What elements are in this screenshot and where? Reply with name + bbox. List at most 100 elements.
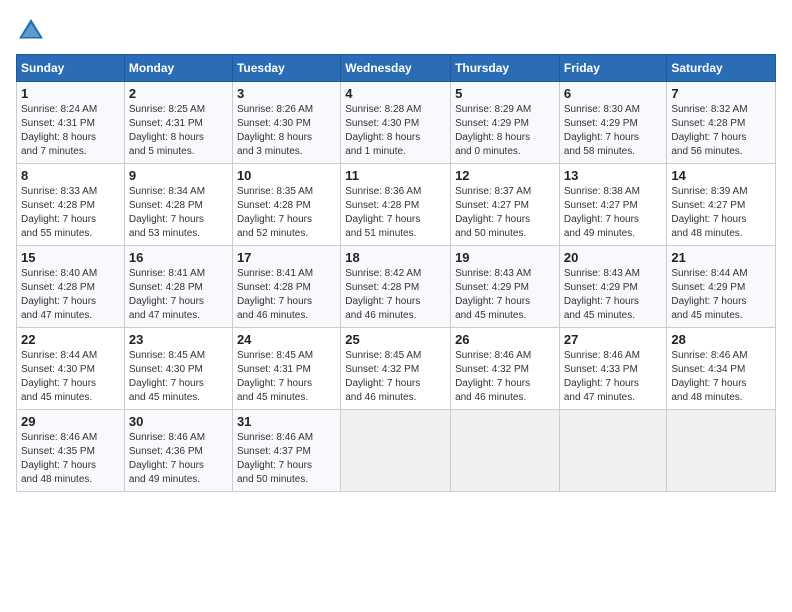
calendar-table: SundayMondayTuesdayWednesdayThursdayFrid…	[16, 54, 776, 492]
day-cell	[559, 410, 667, 492]
day-cell: 18 Sunrise: 8:42 AM Sunset: 4:28 PM Dayli…	[341, 246, 451, 328]
day-detail: Sunrise: 8:44 AM Sunset: 4:30 PM Dayligh…	[21, 349, 120, 405]
day-number: 14	[671, 168, 771, 183]
day-cell: 19 Sunrise: 8:43 AM Sunset: 4:29 PM Dayli…	[451, 246, 560, 328]
week-row-4: 22 Sunrise: 8:44 AM Sunset: 4:30 PM Dayli…	[17, 328, 776, 410]
day-detail: Sunrise: 8:30 AM Sunset: 4:29 PM Dayligh…	[564, 103, 663, 159]
day-number: 26	[455, 332, 555, 347]
day-number: 18	[345, 250, 446, 265]
day-detail: Sunrise: 8:25 AM Sunset: 4:31 PM Dayligh…	[129, 103, 228, 159]
day-cell: 15Sunrise: 8:40 AM Sunset: 4:28 PM Dayli…	[17, 246, 125, 328]
day-cell: 30 Sunrise: 8:46 AM Sunset: 4:36 PM Dayli…	[124, 410, 232, 492]
day-cell: 4 Sunrise: 8:28 AM Sunset: 4:30 PM Daylig…	[341, 82, 451, 164]
day-number: 2	[129, 86, 228, 101]
day-detail: Sunrise: 8:28 AM Sunset: 4:30 PM Dayligh…	[345, 103, 446, 159]
day-detail: Sunrise: 8:46 AM Sunset: 4:37 PM Dayligh…	[237, 431, 336, 487]
day-detail: Sunrise: 8:46 AM Sunset: 4:35 PM Dayligh…	[21, 431, 120, 487]
day-number: 20	[564, 250, 663, 265]
day-cell: 27 Sunrise: 8:46 AM Sunset: 4:33 PM Dayli…	[559, 328, 667, 410]
day-cell: 21 Sunrise: 8:44 AM Sunset: 4:29 PM Dayli…	[667, 246, 776, 328]
day-cell: 23Sunrise: 8:45 AM Sunset: 4:30 PM Dayli…	[124, 328, 232, 410]
day-number: 4	[345, 86, 446, 101]
day-number: 22	[21, 332, 120, 347]
day-cell: 17 Sunrise: 8:41 AM Sunset: 4:28 PM Dayli…	[232, 246, 340, 328]
header-cell-wednesday: Wednesday	[341, 55, 451, 82]
day-detail: Sunrise: 8:42 AM Sunset: 4:28 PM Dayligh…	[345, 267, 446, 323]
header-cell-tuesday: Tuesday	[232, 55, 340, 82]
day-number: 9	[129, 168, 228, 183]
day-cell: 11Sunrise: 8:36 AM Sunset: 4:28 PM Dayli…	[341, 164, 451, 246]
day-number: 15	[21, 250, 120, 265]
day-cell: 31 Sunrise: 8:46 AM Sunset: 4:37 PM Dayli…	[232, 410, 340, 492]
day-number: 3	[237, 86, 336, 101]
day-number: 30	[129, 414, 228, 429]
day-cell: 13 Sunrise: 8:38 AM Sunset: 4:27 PM Dayli…	[559, 164, 667, 246]
day-detail: Sunrise: 8:33 AM Sunset: 4:28 PM Dayligh…	[21, 185, 120, 241]
day-number: 7	[671, 86, 771, 101]
day-cell: 7 Sunrise: 8:32 AM Sunset: 4:28 PM Daylig…	[667, 82, 776, 164]
day-number: 13	[564, 168, 663, 183]
day-detail: Sunrise: 8:43 AM Sunset: 4:29 PM Dayligh…	[455, 267, 555, 323]
header-cell-sunday: Sunday	[17, 55, 125, 82]
day-number: 5	[455, 86, 555, 101]
logo-icon	[16, 16, 46, 46]
day-cell: 22 Sunrise: 8:44 AM Sunset: 4:30 PM Dayli…	[17, 328, 125, 410]
day-cell	[667, 410, 776, 492]
day-number: 24	[237, 332, 336, 347]
day-cell: 1 Sunrise: 8:24 AM Sunset: 4:31 PM Daylig…	[17, 82, 125, 164]
day-cell: 9 Sunrise: 8:34 AM Sunset: 4:28 PM Daylig…	[124, 164, 232, 246]
day-number: 1	[21, 86, 120, 101]
header-row: SundayMondayTuesdayWednesdayThursdayFrid…	[17, 55, 776, 82]
day-cell: 14Sunrise: 8:39 AM Sunset: 4:27 PM Dayli…	[667, 164, 776, 246]
day-detail: Sunrise: 8:46 AM Sunset: 4:33 PM Dayligh…	[564, 349, 663, 405]
header-cell-saturday: Saturday	[667, 55, 776, 82]
header-cell-monday: Monday	[124, 55, 232, 82]
day-number: 31	[237, 414, 336, 429]
day-detail: Sunrise: 8:43 AM Sunset: 4:29 PM Dayligh…	[564, 267, 663, 323]
day-number: 8	[21, 168, 120, 183]
day-cell	[341, 410, 451, 492]
week-row-1: 1 Sunrise: 8:24 AM Sunset: 4:31 PM Daylig…	[17, 82, 776, 164]
day-detail: Sunrise: 8:46 AM Sunset: 4:36 PM Dayligh…	[129, 431, 228, 487]
header-cell-thursday: Thursday	[451, 55, 560, 82]
week-row-5: 29 Sunrise: 8:46 AM Sunset: 4:35 PM Dayli…	[17, 410, 776, 492]
day-number: 27	[564, 332, 663, 347]
day-cell	[451, 410, 560, 492]
day-detail: Sunrise: 8:36 AM Sunset: 4:28 PM Dayligh…	[345, 185, 446, 241]
day-cell: 6 Sunrise: 8:30 AM Sunset: 4:29 PM Daylig…	[559, 82, 667, 164]
week-row-2: 8 Sunrise: 8:33 AM Sunset: 4:28 PM Daylig…	[17, 164, 776, 246]
day-detail: Sunrise: 8:45 AM Sunset: 4:32 PM Dayligh…	[345, 349, 446, 405]
day-detail: Sunrise: 8:41 AM Sunset: 4:28 PM Dayligh…	[129, 267, 228, 323]
header-cell-friday: Friday	[559, 55, 667, 82]
day-detail: Sunrise: 8:34 AM Sunset: 4:28 PM Dayligh…	[129, 185, 228, 241]
day-detail: Sunrise: 8:37 AM Sunset: 4:27 PM Dayligh…	[455, 185, 555, 241]
day-detail: Sunrise: 8:35 AM Sunset: 4:28 PM Dayligh…	[237, 185, 336, 241]
day-detail: Sunrise: 8:38 AM Sunset: 4:27 PM Dayligh…	[564, 185, 663, 241]
day-number: 21	[671, 250, 771, 265]
day-detail: Sunrise: 8:45 AM Sunset: 4:31 PM Dayligh…	[237, 349, 336, 405]
day-cell: 25 Sunrise: 8:45 AM Sunset: 4:32 PM Dayli…	[341, 328, 451, 410]
day-number: 25	[345, 332, 446, 347]
day-cell: 8 Sunrise: 8:33 AM Sunset: 4:28 PM Daylig…	[17, 164, 125, 246]
day-number: 10	[237, 168, 336, 183]
day-number: 6	[564, 86, 663, 101]
day-detail: Sunrise: 8:44 AM Sunset: 4:29 PM Dayligh…	[671, 267, 771, 323]
day-number: 17	[237, 250, 336, 265]
day-detail: Sunrise: 8:24 AM Sunset: 4:31 PM Dayligh…	[21, 103, 120, 159]
day-detail: Sunrise: 8:29 AM Sunset: 4:29 PM Dayligh…	[455, 103, 555, 159]
day-number: 19	[455, 250, 555, 265]
day-number: 28	[671, 332, 771, 347]
day-cell: 16Sunrise: 8:41 AM Sunset: 4:28 PM Dayli…	[124, 246, 232, 328]
day-cell: 5 Sunrise: 8:29 AM Sunset: 4:29 PM Daylig…	[451, 82, 560, 164]
calendar-header: SundayMondayTuesdayWednesdayThursdayFrid…	[17, 55, 776, 82]
day-cell: 24 Sunrise: 8:45 AM Sunset: 4:31 PM Dayli…	[232, 328, 340, 410]
day-cell: 26Sunrise: 8:46 AM Sunset: 4:32 PM Dayli…	[451, 328, 560, 410]
day-detail: Sunrise: 8:41 AM Sunset: 4:28 PM Dayligh…	[237, 267, 336, 323]
day-detail: Sunrise: 8:32 AM Sunset: 4:28 PM Dayligh…	[671, 103, 771, 159]
day-number: 29	[21, 414, 120, 429]
logo	[16, 16, 50, 46]
day-number: 12	[455, 168, 555, 183]
page-header	[16, 16, 776, 46]
day-cell: 12 Sunrise: 8:37 AM Sunset: 4:27 PM Dayli…	[451, 164, 560, 246]
day-cell: 10 Sunrise: 8:35 AM Sunset: 4:28 PM Dayli…	[232, 164, 340, 246]
